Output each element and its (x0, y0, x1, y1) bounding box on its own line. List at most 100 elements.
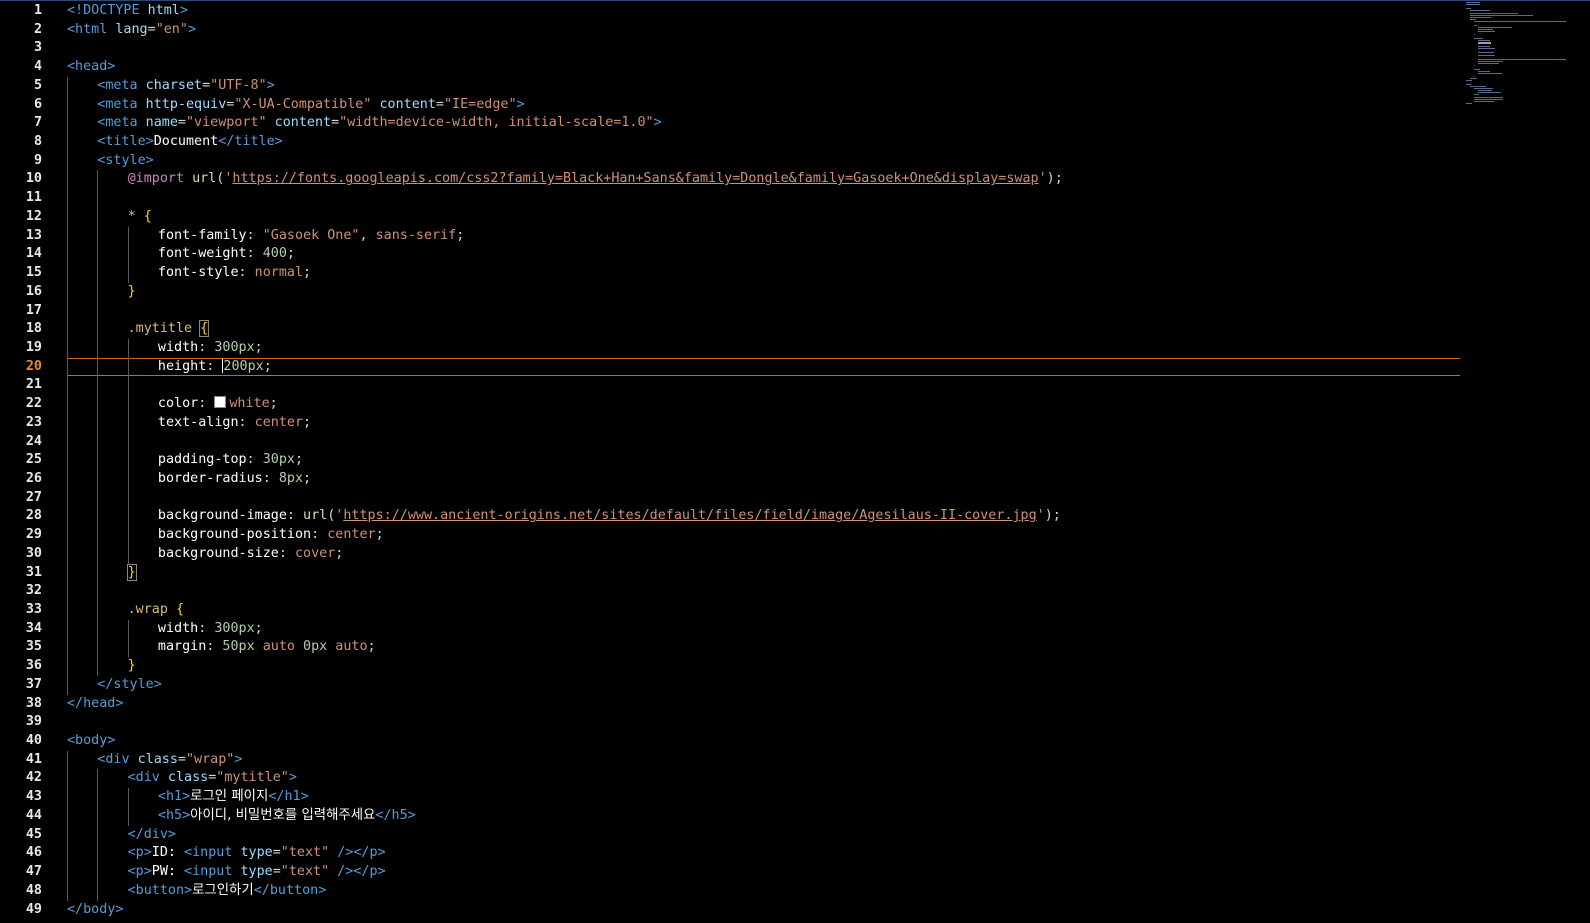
code-line[interactable]: <meta charset="UTF-8"> (67, 76, 1460, 96)
code-line[interactable]: </div> (67, 825, 1460, 845)
code-line[interactable] (67, 39, 1460, 58)
token-tag: </body> (67, 901, 124, 917)
token-tag: </div> (127, 826, 176, 842)
token-punc: : (206, 358, 223, 374)
code-line[interactable] (67, 189, 1460, 208)
code-line[interactable]: background-position: center; (67, 526, 1460, 545)
code-line[interactable]: border-radius: 8px; (67, 469, 1460, 489)
token-attr: class (167, 770, 209, 786)
code-line[interactable] (67, 301, 1460, 321)
code-line[interactable]: } (67, 657, 1460, 676)
token-attr: content (379, 96, 436, 112)
code-line[interactable] (67, 432, 1460, 452)
code-line[interactable]: <h1>로그인 페이지</h1> (67, 788, 1460, 807)
code-area[interactable]: <!DOCTYPE html> <html lang="en"> <head> <me… (67, 2, 1460, 919)
token-doc: > (179, 3, 188, 18)
indent-guide (67, 451, 68, 470)
code-line[interactable]: </style> (67, 675, 1460, 695)
code-line[interactable]: } (67, 282, 1460, 302)
color-swatch[interactable] (214, 396, 227, 409)
code-line[interactable]: width: 300px; (67, 338, 1460, 358)
code-line[interactable]: <h5>아이디, 비밀번호를 입력해주세요</h5> (67, 806, 1460, 826)
code-line[interactable]: @import url('https://fonts.googleapis.co… (67, 170, 1460, 190)
token-prop: width (157, 620, 199, 636)
code-line[interactable]: background-size: cover; (67, 544, 1460, 564)
indent-guide (97, 825, 99, 845)
token-punc: : (311, 527, 328, 543)
indent-guide (67, 601, 68, 620)
token-tag: <html (67, 21, 116, 37)
token-tag: /></p> (337, 864, 386, 880)
code-editor[interactable]: 1 2 3 4 5 6 7 8 9 10 11 12 13 14 15 16 17 18 19 20 21 22 23 24 2… (0, 0, 1590, 923)
code-line[interactable] (67, 376, 1460, 396)
code-line[interactable] (67, 582, 1460, 601)
minimap-line (1478, 60, 1504, 62)
token-tag: > (516, 96, 525, 112)
code-line[interactable]: color: white; (67, 395, 1460, 414)
indent-guide (67, 788, 68, 807)
code-line[interactable]: font-family: "Gasoek One", sans-serif; (67, 226, 1460, 246)
code-line[interactable]: padding-top: 30px; (67, 451, 1460, 470)
vertical-scrollbar[interactable] (1568, 1, 1590, 923)
token-attr: name (145, 115, 178, 131)
code-line[interactable]: <body> (67, 732, 1460, 751)
code-line[interactable]: text-align: center; (67, 413, 1460, 433)
code-line[interactable]: <style> (67, 151, 1460, 171)
token-punc: : (246, 452, 263, 468)
code-line[interactable]: .wrap { (67, 601, 1460, 620)
token-punc: ; (303, 414, 312, 430)
indent-guide (127, 338, 129, 358)
indent-guide (97, 451, 99, 470)
indent-guide (97, 226, 99, 246)
code-line[interactable]: <!DOCTYPE html> (67, 2, 1460, 21)
token-punc (329, 864, 337, 879)
code-line[interactable]: font-weight: 400; (67, 245, 1460, 265)
line-number: 15 (25, 265, 42, 281)
code-line[interactable] (67, 488, 1460, 508)
code-line[interactable]: * { (67, 207, 1460, 227)
token-prop: color (157, 396, 199, 412)
minimap-line (1474, 69, 1481, 71)
code-line[interactable]: <head> (67, 58, 1460, 77)
code-line[interactable]: <div class="mytitle"> (67, 769, 1460, 789)
code-line[interactable]: background-image: url('https://www.ancie… (67, 507, 1460, 527)
code-line[interactable]: <p>ID: <input type="text" /></p> (67, 844, 1460, 864)
code-line[interactable]: } (67, 563, 1460, 583)
token-brace: } (127, 283, 136, 299)
minimap-line (1470, 18, 1477, 20)
code-line[interactable]: <p>PW: <input type="text" /></p> (67, 863, 1460, 882)
token-punc: : (198, 396, 215, 412)
token-str: "text" (280, 845, 330, 861)
indent-guide (67, 750, 68, 770)
minimap-line (1478, 92, 1502, 94)
minimap[interactable] (1466, 2, 1568, 106)
code-line[interactable]: <title>Document</title> (67, 133, 1460, 152)
code-line[interactable]: margin: 50px auto 0px auto; (67, 638, 1460, 658)
code-line[interactable]: <div class="wrap"> (67, 750, 1460, 770)
code-line[interactable]: width: 300px; (67, 619, 1460, 639)
code-line[interactable]: <meta name="viewport" content="width=dev… (67, 114, 1460, 134)
current-code-line[interactable]: height: 200px; (67, 357, 1460, 377)
line-number-gutter: 1 2 3 4 5 6 7 8 9 10 11 12 13 14 15 16 17 18 19 20 21 22 23 24 2… (0, 2, 50, 919)
code-line[interactable]: </head> (67, 695, 1460, 714)
token-punc: ; (294, 452, 304, 468)
code-line[interactable]: </body> (67, 901, 1460, 920)
code-line[interactable]: <meta http-equiv = "X-UA-Compatible" conte… (67, 95, 1460, 115)
indent-guide (127, 638, 129, 658)
code-line[interactable]: <button>로그인하기</button> (67, 881, 1460, 901)
line-number: 11 (25, 190, 42, 206)
indent-guide (67, 226, 68, 246)
minimap-line (1478, 31, 1496, 33)
code-line[interactable] (67, 713, 1460, 732)
indent-guide (67, 638, 68, 658)
code-line[interactable]: <html lang="en"> (67, 21, 1460, 40)
line-number: 21 (25, 377, 42, 393)
code-line[interactable]: .mytitle { (67, 320, 1460, 339)
line-number: 19 (25, 339, 42, 355)
code-line[interactable]: font-style: normal; (67, 264, 1460, 283)
token-punc: : (238, 414, 255, 430)
token-str: "UTF-8" (210, 77, 267, 93)
minimap-line (1478, 90, 1493, 92)
indent-guide (67, 264, 68, 283)
token-prop: background-size (157, 545, 279, 561)
